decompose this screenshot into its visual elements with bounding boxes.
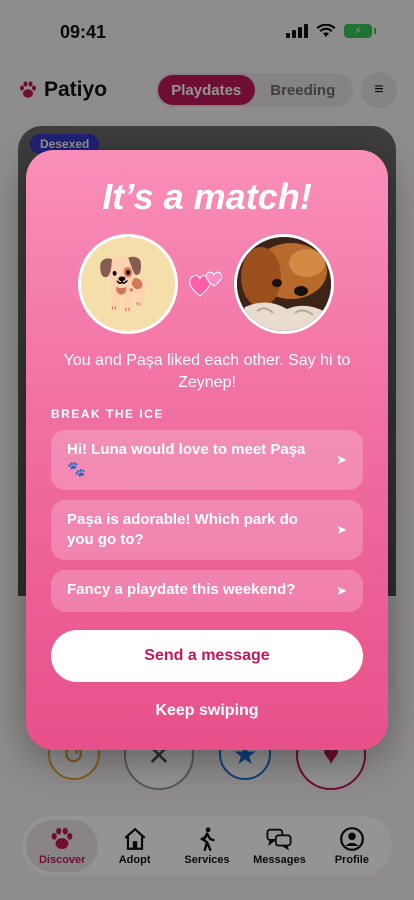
match-message: You and Paşa liked each other. Say hi to… — [63, 352, 351, 391]
icebreaker-label: BREAK THE ICE — [51, 407, 164, 421]
icebreaker-option[interactable]: Fancy a playdate this weekend? ➤ — [51, 570, 363, 612]
send-icon: ➤ — [336, 452, 347, 467]
match-modal: It’s a match! 🐕 You and Paşa liked each … — [26, 150, 388, 750]
icebreaker-text: Paşa is adorable! Which park do you go t… — [67, 511, 298, 548]
puppy-photo — [237, 237, 331, 331]
hearts-icon — [189, 271, 223, 297]
dog-icon: 🐕 — [96, 256, 160, 312]
send-message-button[interactable]: Send a message — [51, 630, 363, 682]
send-icon: ➤ — [336, 522, 347, 537]
avatar-match-pet — [234, 234, 334, 334]
icebreaker-option[interactable]: Paşa is adorable! Which park do you go t… — [51, 500, 363, 560]
avatar-own-pet: 🐕 — [78, 234, 178, 334]
icebreaker-text: Fancy a playdate this weekend? — [67, 581, 296, 598]
match-title: It’s a match! — [102, 176, 312, 217]
icebreaker-text: Hi! Luna would love to meet Paşa 🐾 — [67, 441, 306, 478]
keep-swiping-link[interactable]: Keep swiping — [26, 702, 388, 720]
icebreaker-option[interactable]: Hi! Luna would love to meet Paşa 🐾 ➤ — [51, 430, 363, 490]
send-icon: ➤ — [336, 583, 347, 598]
